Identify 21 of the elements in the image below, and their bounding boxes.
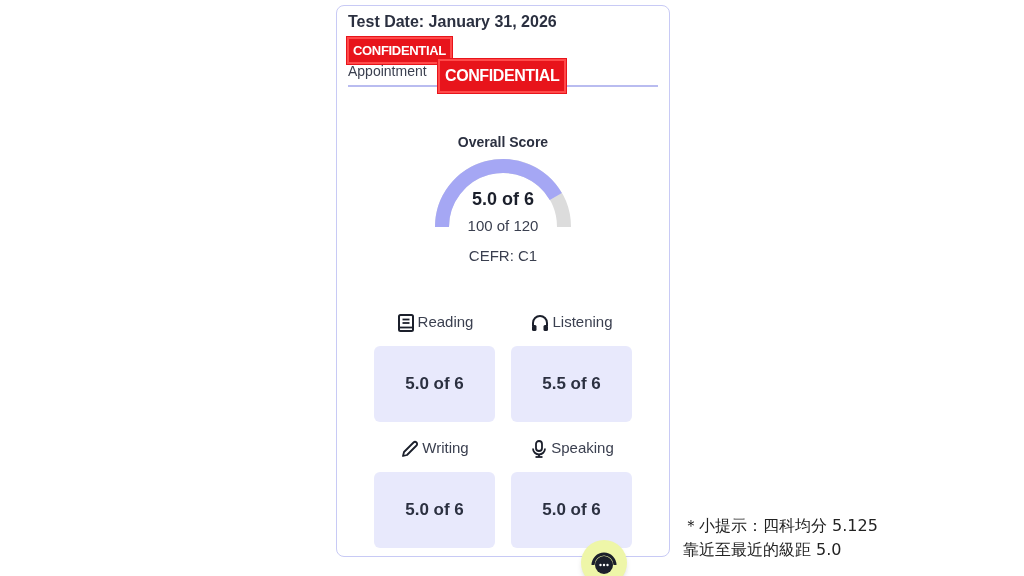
- section-score: 5.0 of 6: [511, 471, 632, 548]
- headphones-icon: [530, 312, 551, 333]
- confidential-stamp: CONFIDENTIAL: [347, 37, 452, 64]
- section-label: Writing: [422, 438, 469, 459]
- tip-text: 靠近至最近的級距 5.0: [683, 539, 843, 561]
- book-icon: [395, 312, 416, 333]
- confidential-stamp: CONFIDENTIAL: [438, 59, 567, 93]
- tip-text: ＊小提示：四科均分 5.125: [683, 515, 878, 537]
- section-label: Listening: [552, 312, 613, 333]
- section-score: 5.5 of 6: [511, 345, 632, 422]
- raw-score: 100 of 120: [467, 216, 539, 236]
- overall-score-label: Overall Score: [457, 133, 549, 152]
- pencil-icon: [400, 438, 421, 459]
- appointment-text: Appointment: [348, 62, 427, 80]
- section-label: Reading: [417, 312, 474, 333]
- overall-score: 5.0 of 6: [472, 188, 534, 210]
- cefr-level: CEFR: C1: [468, 246, 538, 266]
- section-label: Speaking: [551, 438, 614, 459]
- test-date: Test Date: January 31, 2026: [348, 12, 558, 32]
- section-score: 5.0 of 6: [374, 345, 495, 422]
- section-score: 5.0 of 6: [374, 471, 495, 548]
